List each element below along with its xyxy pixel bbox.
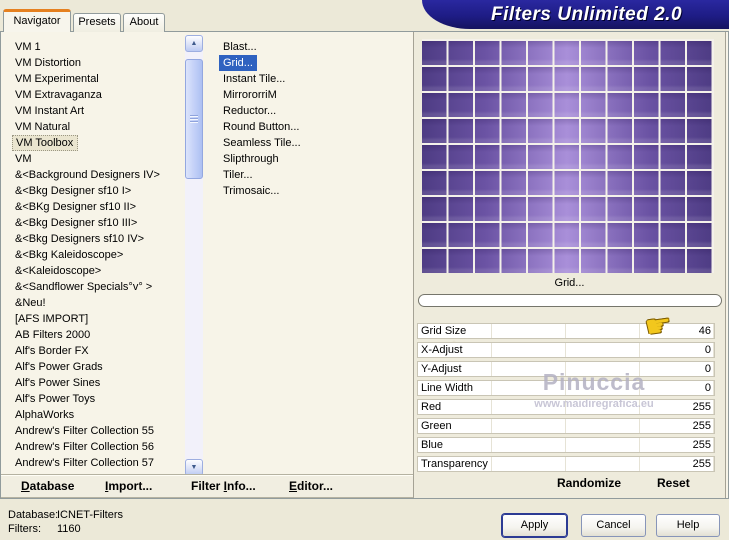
scrollbar-up-arrow-icon[interactable]: ▲ — [185, 35, 203, 52]
filter-item[interactable]: Reductor... — [219, 103, 399, 119]
filter-category-item[interactable]: VM 1 — [7, 39, 183, 55]
param-value: 255 — [692, 401, 711, 413]
param-value: 255 — [692, 458, 711, 470]
filter-category-item[interactable]: &Neu! — [7, 295, 183, 311]
render-progress-bar — [418, 294, 722, 307]
status-filters-value: 1160 — [57, 523, 81, 535]
param-label: Y-Adjust — [421, 363, 462, 375]
filter-category-item[interactable]: [AFS IMPORT] — [7, 311, 183, 327]
filter-category-item[interactable]: Alf's Power Sines — [7, 375, 183, 391]
status-database-value: ICNET-Filters — [57, 509, 123, 521]
filter-item[interactable]: Round Button... — [219, 119, 399, 135]
filter-category-item[interactable]: &<Bkg Kaleidoscope> — [7, 247, 183, 263]
filter-category-item[interactable]: &<BKg Designer sf10 II> — [7, 199, 183, 215]
param-row-red[interactable]: Red 255 — [417, 399, 715, 415]
filter-preview-image — [422, 39, 714, 273]
editor-menu-item[interactable]: Editor... — [289, 479, 333, 493]
menu-label: Filter — [191, 479, 224, 493]
title-banner: Filters Unlimited 2.0 — [422, 0, 729, 29]
filter-category-item[interactable]: Andrew's Filter Collection 57 — [7, 455, 183, 471]
bottom-menu-bar: Database Import... Filter Info... Editor… — [1, 474, 413, 498]
category-list-scrollbar[interactable]: ▲ ▼ — [185, 35, 203, 476]
menu-label: atabase — [29, 479, 75, 493]
pointing-hand-icon: ☛ — [642, 308, 675, 345]
filter-category-item[interactable]: VM Experimental — [7, 71, 183, 87]
param-value: 0 — [704, 344, 711, 356]
cancel-button[interactable]: Cancel — [581, 514, 646, 537]
tab-navigator[interactable]: Navigator — [3, 9, 71, 32]
param-row-line-width[interactable]: Line Width 0 — [417, 380, 715, 396]
filter-item[interactable]: Slipthrough — [219, 151, 399, 167]
filter-category-item[interactable]: &<Sandflower Specials°v° > — [7, 279, 183, 295]
param-value: 46 — [698, 325, 711, 337]
filter-category-item[interactable]: Alf's Border FX — [7, 343, 183, 359]
tab-about[interactable]: About — [123, 13, 165, 32]
filter-item[interactable]: Tiler... — [219, 167, 399, 183]
filter-info-menu-item[interactable]: Filter Info... — [191, 479, 256, 493]
filter-item[interactable]: Trimosaic... — [219, 183, 399, 199]
mnemonic: D — [21, 479, 30, 493]
help-button[interactable]: Help — [656, 514, 720, 537]
param-value: 0 — [704, 363, 711, 375]
filter-category-item[interactable]: Alf's Power Toys — [7, 391, 183, 407]
filter-category-item[interactable]: AlphaWorks — [7, 407, 183, 423]
randomize-button[interactable]: Randomize — [557, 476, 621, 490]
filter-category-list: VM 1 VM Distortion VM Experimental VM Extra… — [7, 39, 183, 471]
mnemonic: E — [289, 479, 298, 493]
tab-presets[interactable]: Presets — [73, 13, 121, 32]
filter-category-item[interactable]: VM Instant Art — [7, 103, 183, 119]
scrollbar-thumb[interactable] — [185, 59, 203, 179]
status-filters-label: Filters: — [8, 523, 41, 535]
menu-label: mport... — [108, 479, 153, 493]
param-value: 255 — [692, 439, 711, 451]
reset-button[interactable]: Reset — [657, 476, 690, 490]
scrollbar-thumb-grip-icon — [190, 115, 198, 124]
param-row-transparency[interactable]: Transparency 255 — [417, 456, 715, 472]
filter-category-item[interactable]: VM Extravaganza — [7, 87, 183, 103]
filter-item[interactable]: Instant Tile... — [219, 71, 399, 87]
filter-category-item[interactable]: &<Bkg Designer sf10 III> — [7, 215, 183, 231]
status-database-label: Database: — [8, 509, 59, 521]
param-value: 0 — [704, 382, 711, 394]
filter-category-item[interactable]: Andrew's Filter Collection 55 — [7, 423, 183, 439]
filter-category-item[interactable]: VM Toolbox — [12, 135, 79, 151]
filter-category-item[interactable]: &<Kaleidoscope> — [7, 263, 183, 279]
param-row-y-adjust[interactable]: Y-Adjust 0 — [417, 361, 715, 377]
filter-category-item[interactable]: Alf's Power Grads — [7, 359, 183, 375]
param-label: Transparency — [421, 458, 488, 470]
filter-category-item[interactable]: &<Bkg Designers sf10 IV> — [7, 231, 183, 247]
apply-button[interactable]: Apply — [502, 514, 567, 537]
filter-category-item[interactable]: VM Natural — [7, 119, 183, 135]
filter-category-item[interactable]: Andrew's Filter Collection 56 — [7, 439, 183, 455]
param-label: Blue — [421, 439, 444, 451]
filter-category-item[interactable]: &<Bkg Designer sf10 I> — [7, 183, 183, 199]
filters-unlimited-dialog: Filters Unlimited 2.0 Navigator Presets … — [0, 0, 729, 540]
app-title: Filters Unlimited 2.0 — [490, 4, 683, 25]
param-row-x-adjust[interactable]: X-Adjust 0 — [417, 342, 715, 358]
param-label: Green — [421, 420, 452, 432]
param-row-blue[interactable]: Blue 255 — [417, 437, 715, 453]
navigator-tab-page: VM 1 VM Distortion VM Experimental VM Extra… — [0, 31, 729, 499]
filter-category-item[interactable]: VM Distortion — [7, 55, 183, 71]
filter-item[interactable]: Grid... — [219, 55, 257, 71]
database-menu-item[interactable]: Database — [21, 479, 74, 493]
filter-category-item[interactable]: VM — [7, 151, 183, 167]
import-menu-item[interactable]: Import... — [105, 479, 152, 493]
param-label: X-Adjust — [421, 344, 463, 356]
filter-category-item[interactable]: &<Background Designers IV> — [7, 167, 183, 183]
preview-caption: Grid... — [554, 277, 585, 289]
param-label: Grid Size — [421, 325, 467, 337]
filter-item[interactable]: MirrororriM — [219, 87, 399, 103]
menu-label: nfo... — [227, 479, 256, 493]
param-row-green[interactable]: Green 255 — [417, 418, 715, 434]
menu-label: ditor... — [297, 479, 334, 493]
filter-category-item[interactable]: AB Filters 2000 — [7, 327, 183, 343]
filter-list: Blast... Grid... Instant Tile... Mirrororri… — [219, 39, 399, 199]
preview-panel: Grid... Grid Size 46 X-Adjust 0 Y-Adjust… — [413, 32, 726, 498]
filter-item[interactable]: Blast... — [219, 39, 399, 55]
param-label: Line Width — [421, 382, 473, 394]
filter-item[interactable]: Seamless Tile... — [219, 135, 399, 151]
param-label: Red — [421, 401, 442, 413]
param-value: 255 — [692, 420, 711, 432]
